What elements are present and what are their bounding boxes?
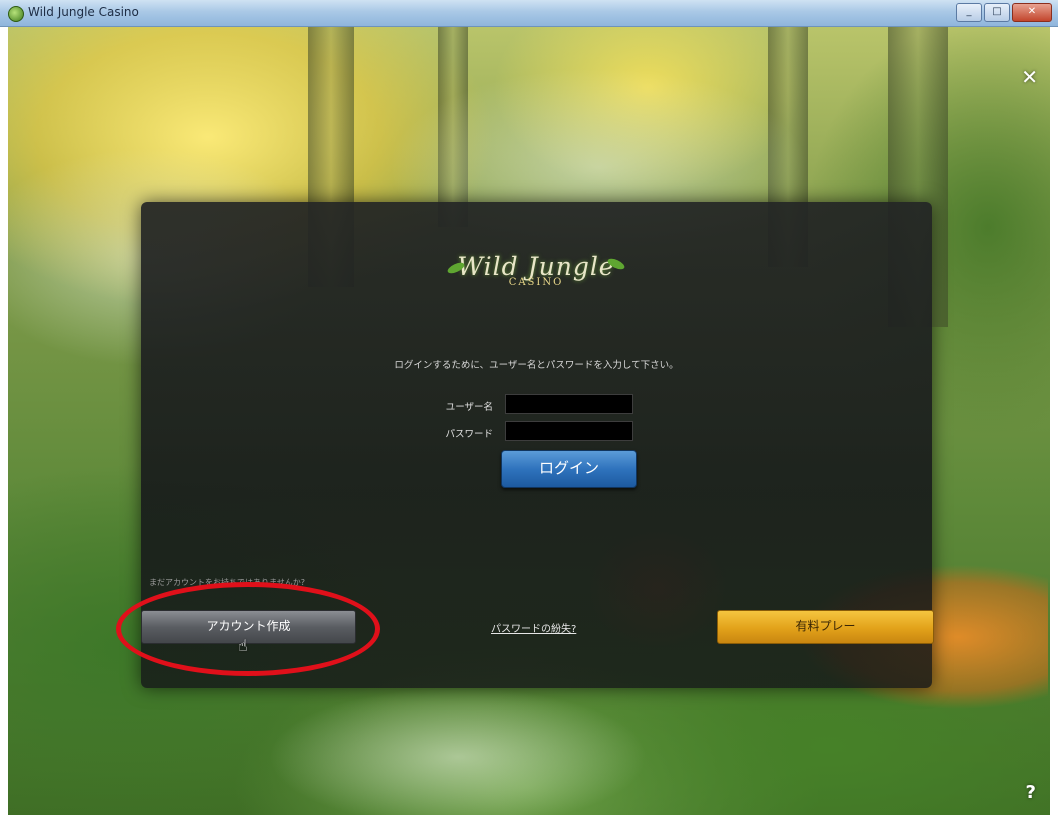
- window-controls: _ □ ✕: [956, 3, 1052, 22]
- help-icon[interactable]: ?: [1026, 782, 1036, 803]
- close-icon[interactable]: ✕: [1021, 65, 1038, 89]
- app-icon: [8, 6, 24, 22]
- casino-logo: Wild Jungle CASINO: [441, 252, 631, 314]
- username-input[interactable]: [505, 394, 633, 414]
- maximize-button[interactable]: □: [984, 3, 1010, 22]
- username-label: ユーザー名: [445, 402, 493, 413]
- hand-cursor-icon: ☝: [238, 636, 248, 655]
- window-titlebar: Wild Jungle Casino _ □ ✕: [0, 0, 1058, 27]
- real-play-button[interactable]: 有料プレー: [717, 610, 934, 644]
- login-button[interactable]: ログイン: [501, 450, 637, 488]
- password-label: パスワード: [445, 429, 493, 440]
- login-instruction: ログインするために、ユーザー名とパスワードを入力して下さい。: [394, 360, 679, 371]
- forgot-password-link[interactable]: パスワードの紛失?: [491, 620, 576, 635]
- password-input[interactable]: [505, 421, 633, 441]
- window-close-button[interactable]: ✕: [1012, 3, 1052, 22]
- minimize-button[interactable]: _: [956, 3, 982, 22]
- highlight-annotation: [116, 582, 380, 676]
- window-title: Wild Jungle Casino: [28, 5, 139, 19]
